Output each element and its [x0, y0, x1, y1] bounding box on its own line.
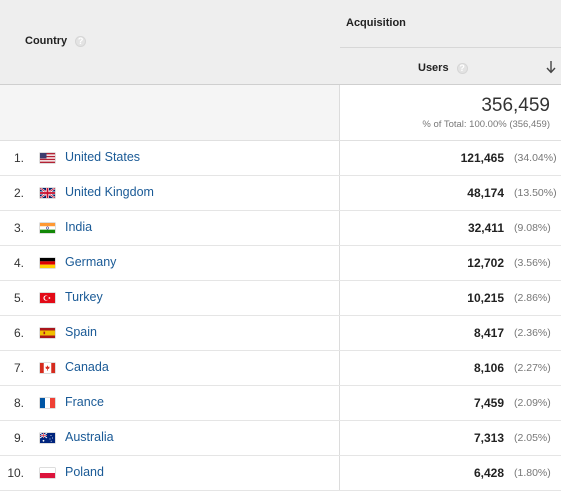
- totals-label-cell: [0, 85, 339, 140]
- table-row: 1. United States 121,465 (34.04%): [0, 141, 561, 176]
- table-row: 3. India 32,411 (9.08%): [0, 211, 561, 246]
- india-flag-icon: [40, 223, 55, 233]
- country-link[interactable]: France: [65, 395, 104, 409]
- users-percent: (2.27%): [514, 362, 551, 374]
- users-header-label: Users: [418, 62, 449, 74]
- country-link[interactable]: Turkey: [65, 290, 103, 304]
- users-value: 48,174: [467, 186, 504, 200]
- canada-flag-icon: [40, 363, 55, 373]
- acquisition-group-header: Acquisition: [340, 0, 561, 48]
- total-users-percent: % of Total: 100.00% (356,459): [422, 119, 550, 130]
- users-value: 6,428: [473, 466, 504, 480]
- table-row: 7. Canada 8,106 (2.27%): [0, 351, 561, 386]
- row-index: 2.: [13, 186, 24, 200]
- row-index: 6.: [13, 326, 24, 340]
- help-icon[interactable]: ?: [456, 62, 468, 74]
- report-table: Country ? Acquisition Users ? 356,459 % …: [0, 0, 561, 491]
- country-link[interactable]: India: [65, 220, 92, 234]
- us-flag-icon: [40, 153, 55, 163]
- australia-flag-icon: [40, 433, 55, 443]
- users-percent: (34.04%): [514, 152, 557, 164]
- help-icon[interactable]: ?: [75, 35, 87, 47]
- users-value: 32,411: [467, 221, 504, 235]
- table-row: 4. Germany 12,702 (3.56%): [0, 246, 561, 281]
- users-percent: (2.05%): [514, 432, 551, 444]
- users-value: 10,215: [467, 291, 504, 305]
- row-index: 10.: [7, 466, 24, 480]
- country-link[interactable]: United States: [65, 150, 140, 164]
- users-value: 8,106: [473, 361, 504, 375]
- germany-flag-icon: [40, 258, 55, 268]
- acquisition-label: Acquisition: [346, 17, 406, 29]
- sort-descending-icon[interactable]: [545, 60, 557, 74]
- poland-flag-icon: [40, 468, 55, 478]
- table-row: 9. Australia 7,313 (2.05%): [0, 421, 561, 456]
- spain-flag-icon: [40, 328, 55, 338]
- country-link[interactable]: Spain: [65, 325, 97, 339]
- table-row: 6. Spain 8,417 (2.36%): [0, 316, 561, 351]
- turkey-flag-icon: [40, 293, 55, 303]
- row-index: 4.: [13, 256, 24, 270]
- users-value: 12,702: [467, 256, 504, 270]
- country-link[interactable]: Germany: [65, 255, 116, 269]
- table-row: 5. Turkey 10,215 (2.86%): [0, 281, 561, 316]
- country-link[interactable]: Canada: [65, 360, 109, 374]
- row-index: 9.: [13, 431, 24, 445]
- users-value: 7,459: [473, 396, 504, 410]
- users-percent: (13.50%): [514, 187, 557, 199]
- users-value: 8,417: [473, 326, 504, 340]
- users-percent: (2.09%): [514, 397, 551, 409]
- country-link[interactable]: Australia: [65, 430, 114, 444]
- total-users-value: 356,459: [481, 95, 550, 116]
- country-link[interactable]: United Kingdom: [65, 185, 154, 199]
- users-column-header[interactable]: Users ?: [340, 48, 561, 84]
- row-index: 1.: [13, 151, 24, 165]
- row-index: 7.: [13, 361, 24, 375]
- users-percent: (1.80%): [514, 467, 551, 479]
- users-percent: (3.56%): [514, 257, 551, 269]
- uk-flag-icon: [40, 188, 55, 198]
- country-column-header[interactable]: Country ?: [25, 35, 87, 47]
- row-index: 8.: [13, 396, 24, 410]
- country-header-label: Country: [25, 35, 68, 47]
- row-index: 3.: [13, 221, 24, 235]
- table-header: Country ? Acquisition Users ?: [0, 0, 561, 85]
- france-flag-icon: [40, 398, 55, 408]
- users-percent: (2.36%): [514, 327, 551, 339]
- users-value: 7,313: [473, 431, 504, 445]
- country-link[interactable]: Poland: [65, 465, 104, 479]
- table-row: 10. Poland 6,428 (1.80%): [0, 456, 561, 491]
- table-row: 2. United Kingdom 48,174 (13.50%): [0, 176, 561, 211]
- row-index: 5.: [13, 291, 24, 305]
- users-value: 121,465: [460, 151, 504, 165]
- users-percent: (9.08%): [514, 222, 551, 234]
- totals-row: 356,459 % of Total: 100.00% (356,459): [0, 85, 561, 141]
- users-percent: (2.86%): [514, 292, 551, 304]
- table-row: 8. France 7,459 (2.09%): [0, 386, 561, 421]
